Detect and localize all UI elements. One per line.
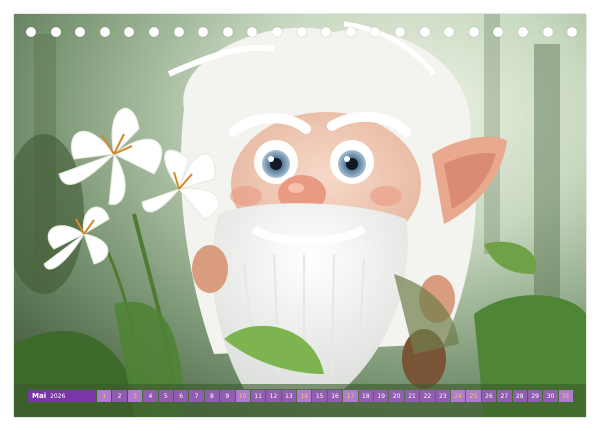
day-cell: 27 [497,390,512,402]
day-cell: 8 [204,390,220,402]
day-cell: 12 [266,390,281,402]
binding-holes [14,27,586,39]
month-name: Mai [32,392,47,400]
binding-hole [345,27,356,37]
binding-hole [296,27,307,37]
binding-hole [567,27,578,37]
day-cell: 6 [173,390,189,402]
day-cell: 9 [220,390,235,402]
day-cells: 1 2 3 4 5 6 7 8 9 10 11 12 13 14 15 16 17 18 19 20 21 22 23 24 2… [97,390,574,402]
day-cell: 25 [466,390,481,402]
binding-hole [370,27,381,37]
day-cell: 23 [435,390,450,402]
binding-hole [321,27,332,37]
day-cell: 10 [235,390,250,402]
day-cell: 20 [389,390,404,402]
binding-hole [75,27,86,37]
binding-hole [518,27,528,37]
day-cell: 11 [250,390,266,402]
day-cell: 19 [374,390,389,402]
day-cell: 5 [158,390,173,402]
binding-hole [198,27,209,37]
binding-hole [493,27,504,37]
day-cell: 29 [527,390,543,402]
binding-hole [149,27,159,37]
binding-hole [50,27,61,37]
binding-hole [468,27,479,37]
day-cell: 24 [450,390,466,402]
gnome-illustration [14,14,586,417]
binding-hole [124,27,135,37]
binding-hole [395,27,405,37]
day-cell: 26 [481,390,497,402]
day-cell: 17 [343,390,358,402]
day-cell: 21 [404,390,420,402]
binding-hole [26,27,36,37]
day-cell: 14 [297,390,312,402]
day-cell: 4 [143,390,158,402]
binding-hole [99,27,110,37]
day-cell: 7 [189,390,204,402]
binding-hole [173,27,184,37]
day-cell: 2 [112,390,127,402]
binding-hole [247,27,258,37]
day-cell: 3 [127,390,143,402]
day-cell: 16 [327,390,343,402]
binding-hole [272,27,282,37]
month-calendar-strip: Mai 2026 1 2 3 4 5 6 7 8 9 10 11 12 13 14 15 16 17 18 19 20… [28,390,574,402]
day-cell: 1 [97,390,112,402]
binding-hole [222,27,233,37]
binding-hole [419,27,430,37]
calendar-page: Mai 2026 1 2 3 4 5 6 7 8 9 10 11 12 13 14 15 16 17 18 19 20… [14,14,586,417]
day-cell: 28 [512,390,527,402]
day-cell: 15 [312,390,327,402]
binding-hole [444,27,455,37]
month-label-cell: Mai 2026 [28,390,96,402]
day-cell: 22 [420,390,435,402]
day-cell: 30 [543,390,558,402]
day-cell: 13 [281,390,297,402]
binding-hole [542,27,553,37]
year-label: 2026 [50,392,66,400]
day-cell: 31 [558,390,574,402]
day-cell: 18 [358,390,374,402]
